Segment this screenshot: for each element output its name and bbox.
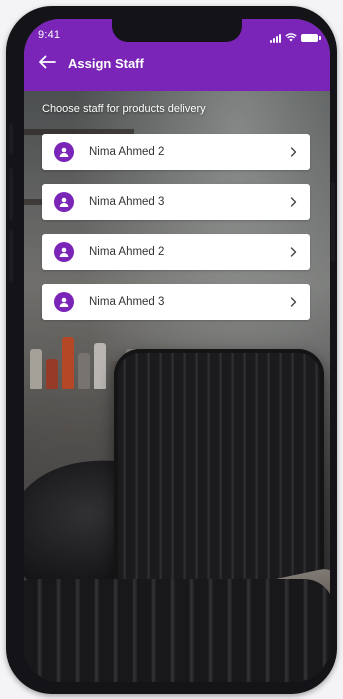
volume-up-button [9,168,13,220]
chevron-right-icon [288,246,298,258]
chevron-right-icon [288,146,298,158]
camera-notch [112,19,242,42]
staff-name: Nima Ahmed 3 [89,196,288,208]
app-bar: 9:41 Assign Staff [24,19,330,91]
status-time: 9:41 [38,29,60,41]
wifi-icon [285,29,297,47]
staff-name: Nima Ahmed 2 [89,246,288,258]
staff-name: Nima Ahmed 2 [89,146,288,158]
mute-switch [9,124,13,154]
section-subtitle: Choose staff for products delivery [42,103,206,115]
signal-icon [270,34,281,43]
power-button [331,182,335,262]
arrow-left-icon [38,55,56,74]
staff-list-item[interactable]: Nima Ahmed 3 [42,184,310,220]
staff-list-item[interactable]: Nima Ahmed 2 [42,134,310,170]
user-avatar-icon [54,292,74,312]
staff-name: Nima Ahmed 3 [89,296,288,308]
app-screen: 9:41 Assign Staff Choose s [24,19,330,682]
battery-icon [301,34,318,42]
page-title: Assign Staff [68,56,144,71]
user-avatar-icon [54,142,74,162]
staff-list-item[interactable]: Nima Ahmed 2 [42,234,310,270]
staff-list: Nima Ahmed 2 Nima Ahmed 3 [42,134,310,334]
status-icons [270,29,318,47]
barbershop-background-image [24,19,330,682]
volume-down-button [9,230,13,282]
user-avatar-icon [54,192,74,212]
back-button[interactable] [34,52,60,76]
user-avatar-icon [54,242,74,262]
staff-list-item[interactable]: Nima Ahmed 3 [42,284,310,320]
chevron-right-icon [288,296,298,308]
chevron-right-icon [288,196,298,208]
